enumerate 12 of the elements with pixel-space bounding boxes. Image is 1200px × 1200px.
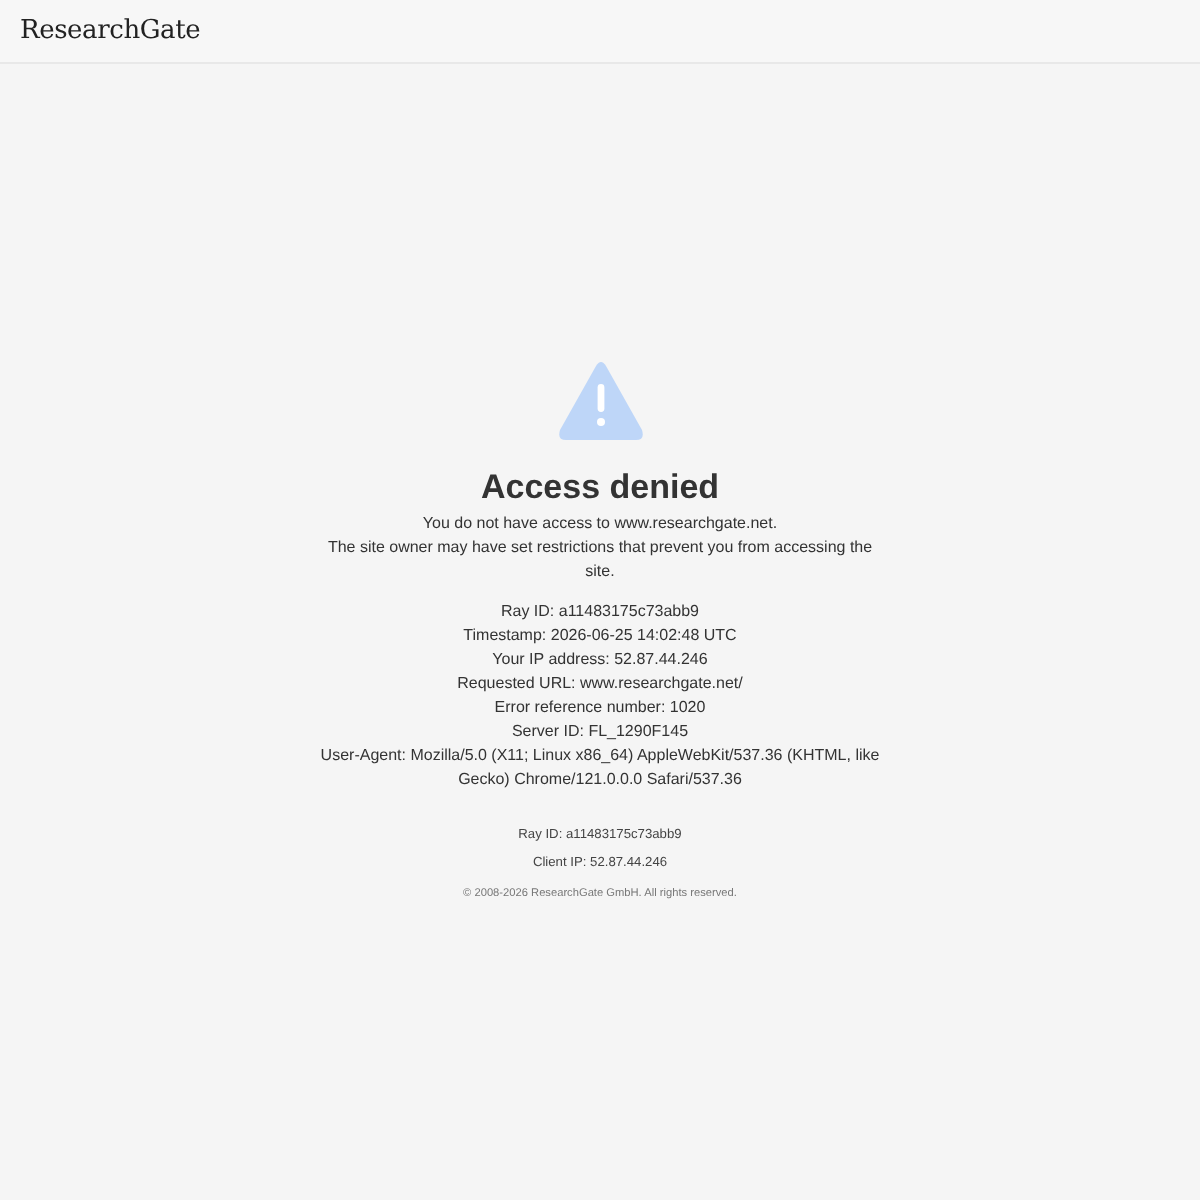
detail-line: Ray ID: a11483175c73abb9 xyxy=(500,599,700,623)
error-message: The site owner may have set restrictions that prevent you from accessing the site. xyxy=(325,535,875,583)
detail-line: Your IP address: 52.87.44.246 xyxy=(492,647,708,671)
warning-icon xyxy=(557,359,643,439)
page-title: Access denied xyxy=(480,467,720,507)
site-logo[interactable]: ResearchGate xyxy=(20,16,201,46)
detail-line: Timestamp: 2026-06-25 14:02:48 UTC xyxy=(463,623,737,647)
detail-line: Error reference number: 1020 xyxy=(494,695,706,719)
detail-line: Server ID: FL_1290F145 xyxy=(511,719,689,743)
detail-line: User-Agent: Mozilla/5.0 (X11; Linux x86_64) AppleWebKit/537.36 (KHTML, like Gecko) Chrome/121.0.0.0 Safari/537.36 xyxy=(318,743,882,791)
detail-line: Requested URL: www.researchgate.net/ xyxy=(457,671,743,695)
error-message: You do not have access to www.researchgate.net. xyxy=(422,511,778,535)
